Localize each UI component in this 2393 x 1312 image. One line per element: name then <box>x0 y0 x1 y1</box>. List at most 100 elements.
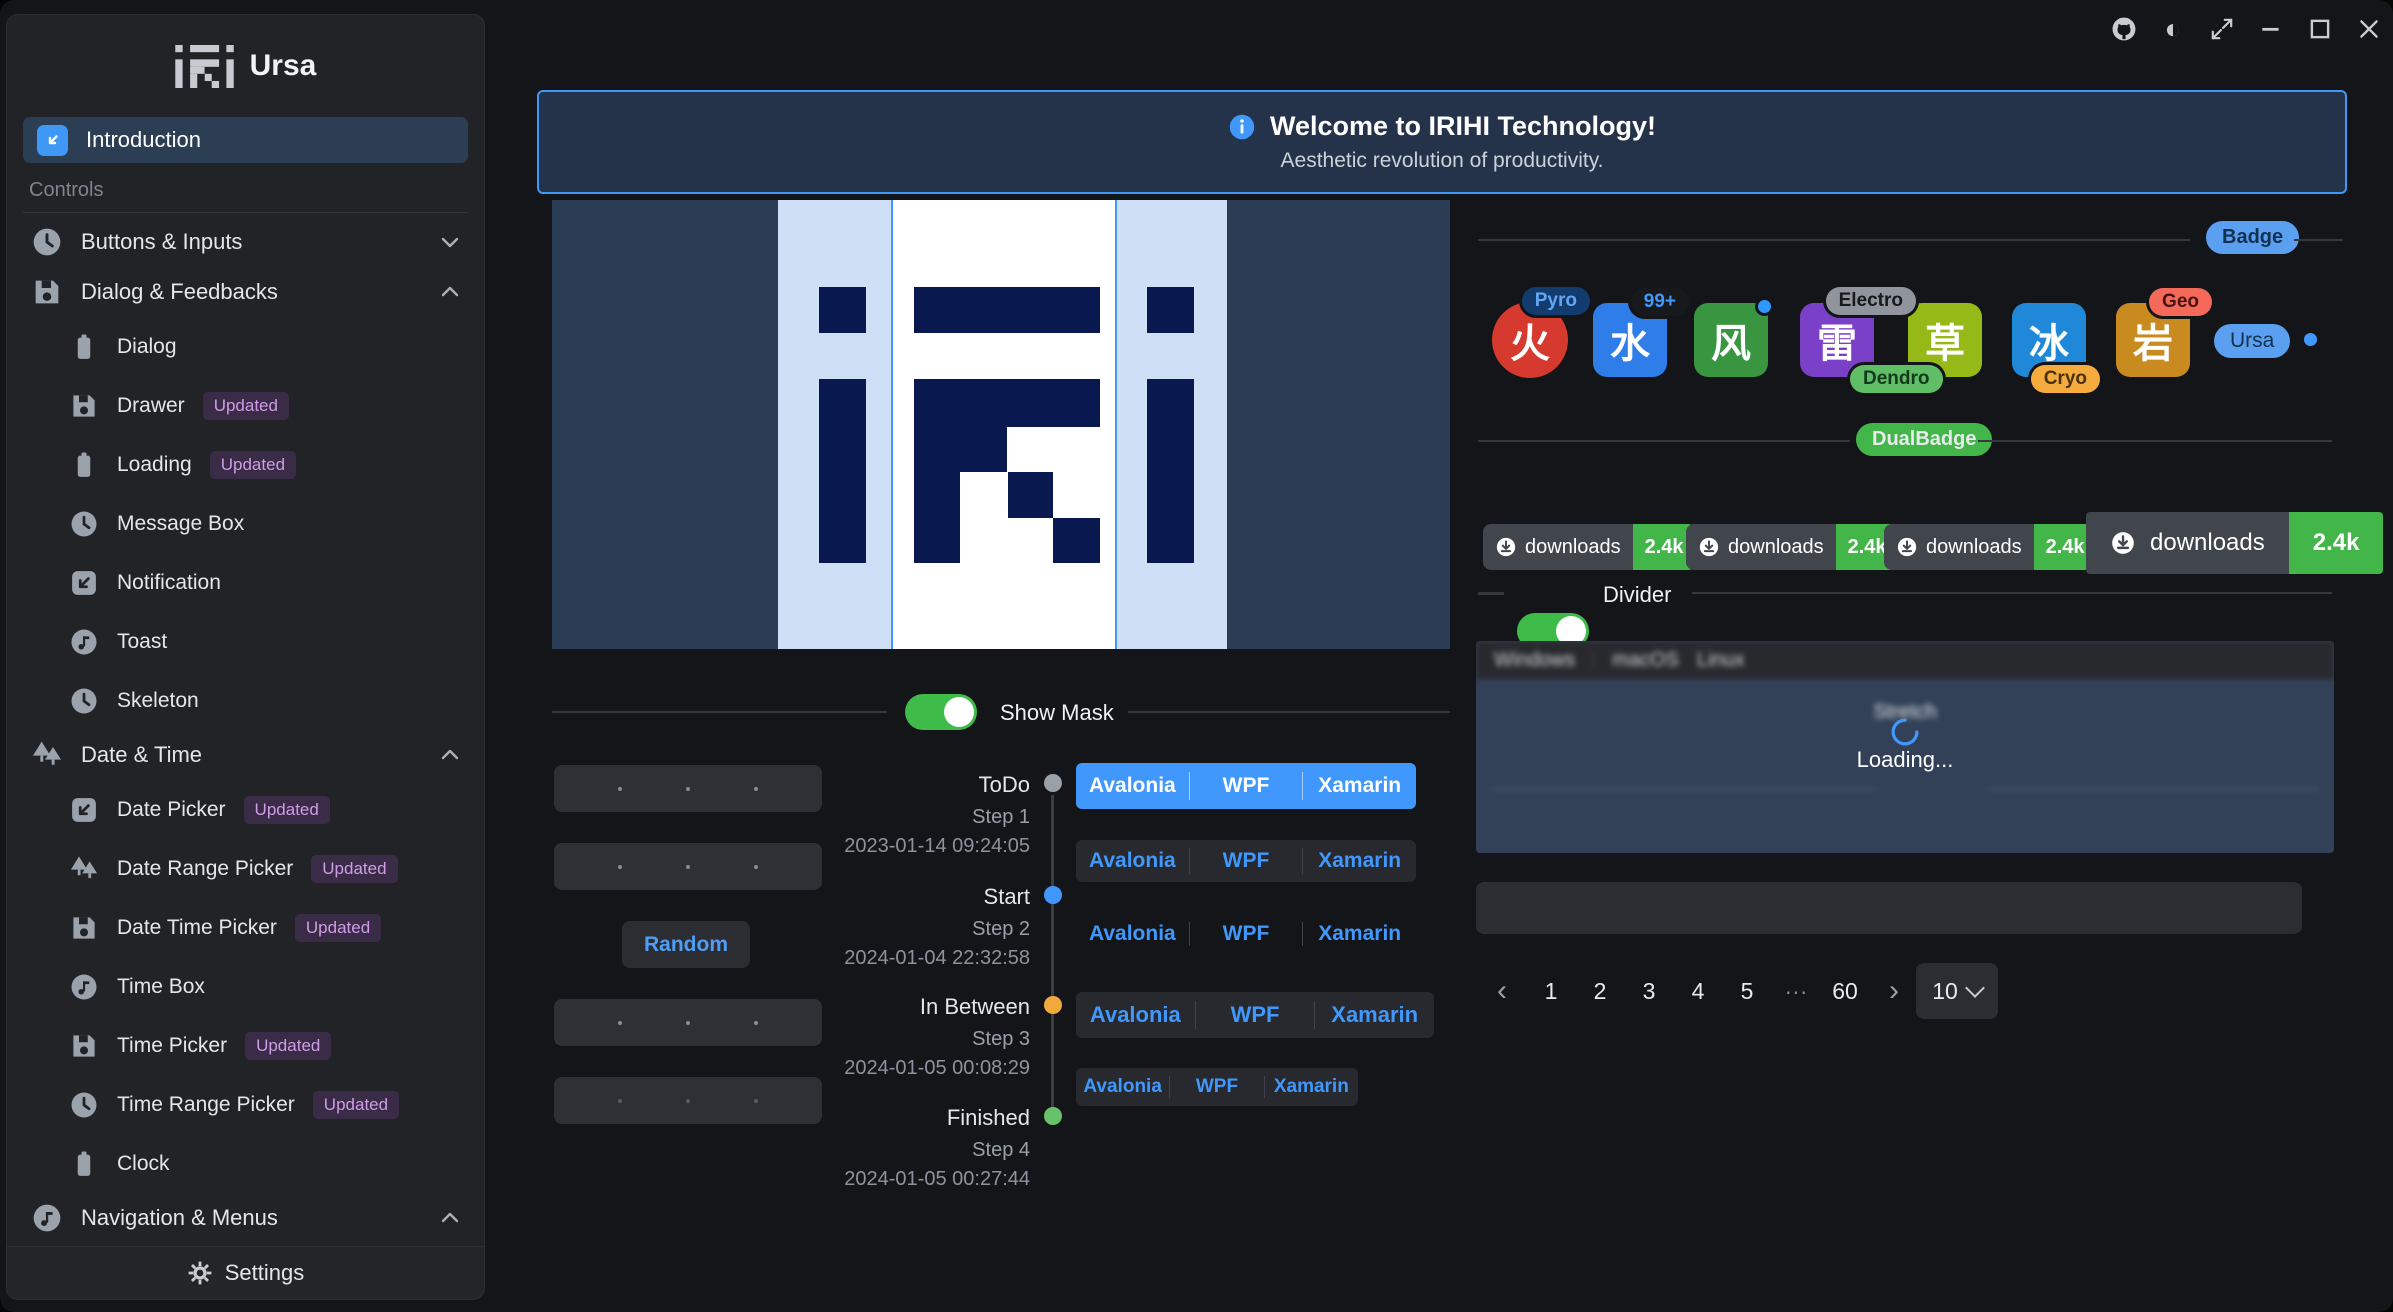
expand-icon[interactable] <box>2208 15 2236 43</box>
sidebar-item-date-range-picker[interactable]: Date Range Picker Updated <box>7 839 484 898</box>
button-group-dark-small: Avalonia WPF Xamarin <box>1076 1068 1358 1106</box>
avalonia-button[interactable]: Avalonia <box>1076 763 1189 809</box>
xamarin-button[interactable]: Xamarin <box>1303 914 1416 954</box>
app-logo-header: Ursa <box>7 15 484 117</box>
step-label: Step 3 <box>720 1028 1030 1051</box>
sidebar-item-dialog-feedbacks[interactable]: Dialog & Feedbacks <box>7 267 484 317</box>
settings-button[interactable]: Settings <box>7 1246 484 1299</box>
arrow-icon <box>37 125 68 156</box>
save-icon <box>31 276 63 308</box>
avalonia-button[interactable]: Avalonia <box>1076 914 1189 954</box>
sidebar-item-time-box[interactable]: Time Box <box>7 957 484 1016</box>
wpf-button[interactable]: WPF <box>1190 763 1303 809</box>
downloads-badge-large: downloads 2.4k <box>2086 512 2383 574</box>
irihi-logo-icon <box>819 287 1194 563</box>
element-tile-geo: 岩 Geo <box>2116 303 2190 377</box>
sidebar-item-skeleton[interactable]: Skeleton <box>7 671 484 730</box>
page-size-select[interactable]: 10 <box>1916 963 1998 1019</box>
ellipsis-pages[interactable]: ··· <box>1776 978 1816 1005</box>
download-icon <box>1495 536 1517 558</box>
ursa-logo-icon <box>175 45 234 88</box>
battery-icon <box>69 1149 99 1179</box>
sidebar-item-buttons-inputs[interactable]: Buttons & Inputs <box>7 217 484 267</box>
show-mask-label: Show Mask <box>1000 700 1114 726</box>
github-icon[interactable] <box>2110 15 2138 43</box>
chevron-up-icon <box>438 743 462 767</box>
sidebar-item-date-picker[interactable]: Date Picker Updated <box>7 780 484 839</box>
app-name: Ursa <box>250 49 317 83</box>
empty-input-box[interactable] <box>1476 882 2302 934</box>
sidebar-item-time-range-picker[interactable]: Time Range Picker Updated <box>7 1075 484 1134</box>
tab-windows[interactable]: Windows <box>1476 649 1593 672</box>
chevron-down-icon <box>438 230 462 254</box>
xamarin-button[interactable]: Xamarin <box>1303 840 1416 882</box>
downloads-badge: downloads 2.4k <box>1686 524 1899 570</box>
sidebar-item-dialog[interactable]: Dialog <box>7 317 484 376</box>
sidebar-item-loading[interactable]: Loading Updated <box>7 435 484 494</box>
step-name: Finished <box>720 1105 1030 1131</box>
avalonia-button[interactable]: Avalonia <box>1076 840 1189 882</box>
step-label: Step 1 <box>720 806 1030 829</box>
avalonia-button[interactable]: Avalonia <box>1076 992 1195 1038</box>
sidebar-item-navigation-menus[interactable]: Navigation & Menus <box>7 1193 484 1243</box>
element-tile-pyro: 火 Pyro <box>1492 302 1568 378</box>
step-time: 2024-01-05 00:08:29 <box>640 1057 1030 1080</box>
xamarin-button[interactable]: Xamarin <box>1315 992 1434 1038</box>
sidebar-item-time-picker[interactable]: Time Picker Updated <box>7 1016 484 1075</box>
sidebar-item-date-time[interactable]: Date & Time <box>7 730 484 780</box>
sidebar-item-toast[interactable]: Toast <box>7 612 484 671</box>
sidebar-item-introduction[interactable]: Introduction <box>23 117 468 163</box>
wpf-button[interactable]: WPF <box>1190 840 1303 882</box>
button-group-solid: Avalonia WPF Xamarin <box>1076 763 1416 809</box>
wpf-button[interactable]: WPF <box>1170 1068 1263 1106</box>
minimize-button[interactable] <box>2257 15 2285 43</box>
avalonia-button[interactable]: Avalonia <box>1076 1068 1169 1106</box>
blurred-divider <box>1492 788 1876 790</box>
updated-badge: Updated <box>203 392 289 420</box>
tab-macos[interactable]: macOS <box>1594 649 1697 672</box>
page-button[interactable]: 60 <box>1825 978 1865 1005</box>
page-button[interactable]: 3 <box>1629 978 1669 1005</box>
clock-icon <box>69 509 99 539</box>
loading-panel-tabs: Windows macOS Linux <box>1476 641 2334 679</box>
prev-page-button[interactable]: ‹ <box>1482 974 1522 1008</box>
sidebar-item-notification[interactable]: Notification <box>7 553 484 612</box>
show-mask-toggle[interactable] <box>905 694 977 730</box>
section-divider <box>23 212 468 213</box>
updated-badge: Updated <box>210 451 296 479</box>
page-button[interactable]: 4 <box>1678 978 1718 1005</box>
divider-line <box>1478 239 2190 241</box>
sidebar-item-drawer[interactable]: Drawer Updated <box>7 376 484 435</box>
maximize-button[interactable] <box>2306 15 2334 43</box>
downloads-badge: downloads 2.4k <box>1884 524 2097 570</box>
standalone-dot-badge <box>2304 333 2317 346</box>
divider-line <box>552 711 887 713</box>
download-icon <box>1698 536 1720 558</box>
page-button[interactable]: 1 <box>1531 978 1571 1005</box>
download-icon <box>2110 530 2136 556</box>
wpf-button[interactable]: WPF <box>1190 914 1303 954</box>
sidebar-item-date-time-picker[interactable]: Date Time Picker Updated <box>7 898 484 957</box>
step-dot <box>1044 774 1062 792</box>
banner-title: Welcome to IRIHI Technology! <box>1270 111 1656 142</box>
save-icon <box>69 913 99 943</box>
next-page-button[interactable]: › <box>1874 974 1914 1008</box>
step-name: In Between <box>720 994 1030 1020</box>
sidebar-item-clock[interactable]: Clock <box>7 1134 484 1193</box>
divider-line <box>1692 592 2332 594</box>
loading-text: Loading... <box>1476 747 2334 773</box>
wpf-button[interactable]: WPF <box>1196 992 1315 1038</box>
sidebar-item-message-box[interactable]: Message Box <box>7 494 484 553</box>
xamarin-button[interactable]: Xamarin <box>1303 763 1416 809</box>
battery-icon <box>69 332 99 362</box>
page-button[interactable]: 2 <box>1580 978 1620 1005</box>
save-icon <box>69 1031 99 1061</box>
note-icon <box>69 627 99 657</box>
theme-toggle-icon[interactable]: ◐ <box>2159 15 2187 43</box>
page-button[interactable]: 5 <box>1727 978 1767 1005</box>
xamarin-button[interactable]: Xamarin <box>1265 1068 1358 1106</box>
tab-linux[interactable]: Linux <box>1697 649 1763 672</box>
chevron-down-icon <box>1965 978 1985 998</box>
close-button[interactable] <box>2355 15 2383 43</box>
clock-icon <box>31 226 63 258</box>
